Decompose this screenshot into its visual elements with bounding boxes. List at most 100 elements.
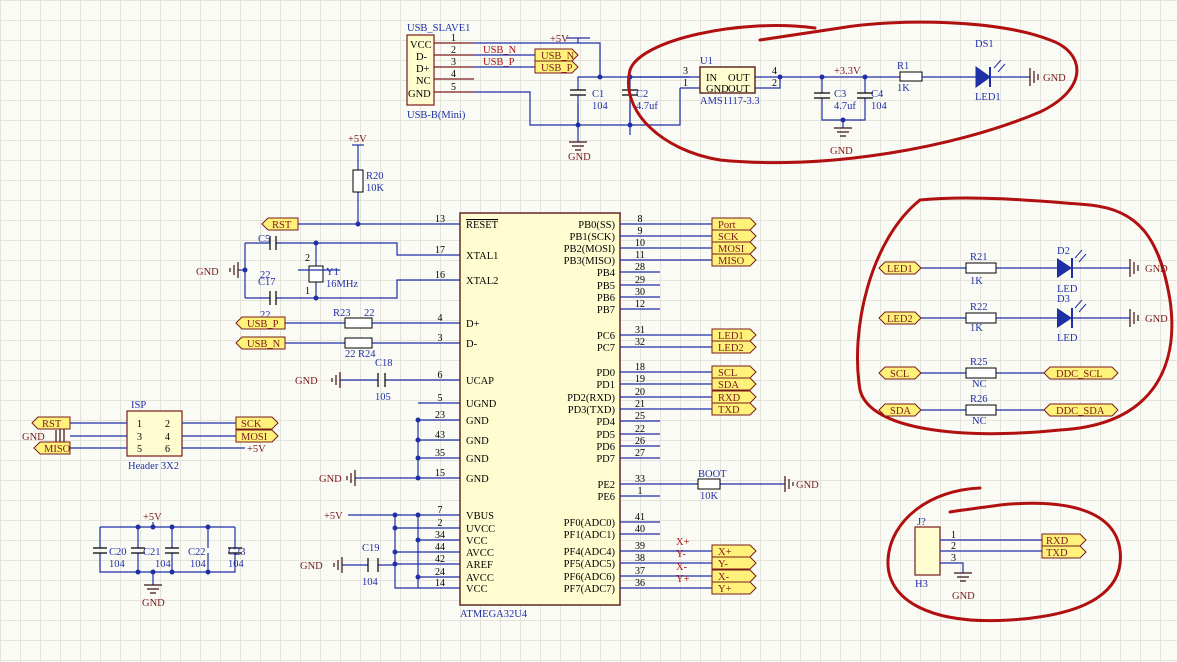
c4-ref: C4 — [871, 89, 884, 100]
mcu-pin-right-num: 25 — [635, 411, 645, 422]
mcu-pin-left-num: 7 — [438, 505, 443, 516]
gnd-d2: GND — [1145, 264, 1168, 275]
usb-ref: USB_SLAVE1 — [407, 23, 470, 34]
mcu-pin-right-label: PB2(MOSI) — [564, 244, 616, 255]
gnd-boot: GND — [796, 480, 819, 491]
gnd-isp: GND — [22, 432, 45, 443]
port-mcu-label: LED2 — [718, 343, 744, 354]
port-ddc-sda-label: DDC_SDA — [1056, 406, 1105, 417]
mcu-pin-right-label: PB1(SCK) — [569, 232, 615, 243]
port-mcu-label: SDA — [718, 380, 739, 391]
port-mcu-label: Y- — [718, 559, 728, 570]
port-usb-p-top-label: USB_P — [541, 63, 573, 74]
usb-pin-gnd: GND — [408, 89, 431, 100]
mcu-value: ATMEGA32U4 — [460, 609, 528, 620]
gnd-decap: GND — [142, 598, 165, 609]
mcu-pin-left-num: 44 — [435, 542, 445, 553]
port-isp-mosi-label: MOSI — [241, 432, 268, 443]
c21-val: 104 — [155, 559, 172, 570]
d3-ref: D3 — [1057, 294, 1070, 305]
mcu-pin-right-num: 32 — [635, 337, 645, 348]
mcu-pin-right-num: 30 — [635, 287, 645, 298]
u1-in: IN — [706, 73, 717, 84]
port-mcu-label: LED1 — [718, 331, 744, 342]
u1-out2: OUT — [728, 84, 750, 95]
mcu-pin-right-num: 11 — [635, 250, 645, 261]
mcu-pin-right-num: 29 — [635, 275, 645, 286]
h3-header[interactable] — [914, 526, 941, 576]
mcu-pin-left-label: D- — [466, 339, 478, 350]
usb-value: USB-B(Mini) — [407, 110, 466, 121]
mcu-pin-right-num: 37 — [635, 566, 645, 577]
mcu-pin-left-label: AVCC — [466, 548, 494, 559]
mcu-pin-left-label: UVCC — [466, 524, 495, 535]
mcu-pin-left-label: XTAL1 — [466, 251, 498, 262]
u1-p1: 1 — [683, 78, 688, 89]
mcu-pin-right-num: 10 — [635, 238, 645, 249]
mcu-pin-left-label: GND — [466, 416, 489, 427]
mcu-pin-right-num: 33 — [635, 474, 645, 485]
mcu-pin-right-num: 21 — [635, 399, 645, 410]
port-mcu-label: RXD — [718, 393, 741, 404]
mcu-pin-right-label: PF1(ADC1) — [564, 530, 616, 541]
mcu-pin-left-num: 24 — [435, 567, 445, 578]
c21-ref: C21 — [143, 547, 161, 558]
r22-ref: R22 — [970, 302, 988, 313]
mcu-pin-left-num: 2 — [438, 518, 443, 529]
c22-val: 104 — [190, 559, 207, 570]
port-scl-net-label: SCL — [890, 369, 909, 380]
mcu-pin-right-num: 27 — [635, 448, 645, 459]
mcu-pin-left-label: AREF — [466, 560, 493, 571]
isp-header[interactable] — [126, 410, 183, 457]
mcu-pin-right-num: 22 — [635, 424, 645, 435]
r25-ref: R25 — [970, 357, 988, 368]
mcu-pin-right-num: 38 — [635, 553, 645, 564]
port-h3-txd-label: TXD — [1046, 548, 1068, 559]
mcu-pin-right-label: PF7(ADC7) — [564, 584, 616, 595]
mcu-pin-right-label: PD6 — [596, 442, 615, 453]
r24-val: 22 — [345, 349, 356, 360]
mcu-pin-left-num: 42 — [435, 554, 445, 565]
c19-val: 104 — [362, 577, 379, 588]
isp-num-3: 3 — [137, 432, 142, 443]
mcu-pin-left-num: 17 — [435, 245, 445, 256]
mcu-pin-left-num: 13 — [435, 214, 445, 225]
mcu-pin-right-label: PB0(SS) — [578, 220, 615, 231]
isp-ref: ISP — [131, 400, 146, 411]
mcu-pin-right-num: 28 — [635, 262, 645, 273]
port-usb-n-top-label: USB_N — [541, 51, 575, 62]
mcu-pin-right-num: 1 — [638, 486, 643, 497]
h3-num-2: 2 — [951, 541, 956, 552]
mcu-pin-left-num: 5 — [438, 393, 443, 404]
port-rst-label: RST — [272, 220, 292, 231]
boot-label: BOOT — [698, 469, 727, 480]
isp-num-1: 1 — [137, 419, 142, 430]
port-led2-net-label: LED2 — [887, 314, 913, 325]
usb-num-5: 5 — [451, 82, 456, 93]
c2-ref: C2 — [636, 89, 648, 100]
gnd-reg: GND — [830, 146, 853, 157]
mcu-pin-left-label: VCC — [466, 536, 488, 547]
adc-net-label: Y- — [676, 549, 686, 560]
port-mcu-label: MOSI — [718, 244, 745, 255]
c3-ref: C3 — [834, 89, 846, 100]
mcu-pin-right-label: PC7 — [597, 343, 615, 354]
usb-pin-nc: NC — [416, 76, 431, 87]
usb-net-p: USB_P — [483, 57, 515, 68]
mcu-pin-left-label: UGND — [466, 399, 497, 410]
power-5v-mcu: +5V — [324, 511, 343, 522]
gnd-usb: GND — [568, 152, 591, 163]
r20-ref: R20 — [366, 171, 384, 182]
port-mcu-label: TXD — [718, 405, 740, 416]
mcu-pin-left-num: 35 — [435, 448, 445, 459]
y1-pin1: 1 — [305, 286, 310, 297]
mcu-pin-right-num: 19 — [635, 374, 645, 385]
h3-num-1: 1 — [951, 530, 956, 541]
mcu-pin-left-num: 4 — [438, 313, 443, 324]
mcu-pin-right-num: 31 — [635, 325, 645, 336]
r22-val: 1K — [970, 323, 983, 334]
schematic-canvas[interactable]: USB_SLAVE1 VCC D- D+ NC GND 1 2 3 4 5 US… — [0, 0, 1177, 662]
r21-val: 1K — [970, 276, 983, 287]
isp-num-6: 6 — [165, 444, 170, 455]
mcu-pin-left-label: UCAP — [466, 376, 494, 387]
